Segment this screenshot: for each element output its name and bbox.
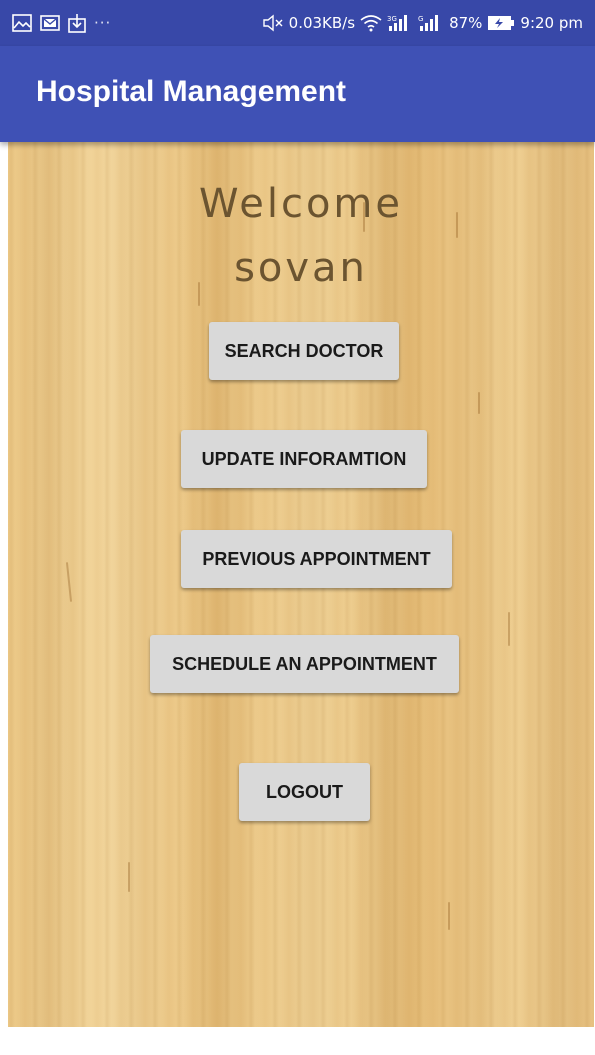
network-speed: 0.03KB/s [288,14,356,32]
status-right-icons: 0.03KB/s 3G G 87% 9:20 pm [262,14,583,32]
welcome-label: Welcome [199,181,403,227]
wood-grain-mark [478,392,480,414]
wifi-icon [360,14,382,32]
status-left-icons: ··· [12,13,111,33]
app-screen: ··· 0.03KB/s 3G G 87% 9:20 pm Hospital M… [0,0,595,1055]
email-icon [40,14,60,32]
wood-grain-mark [128,862,130,892]
logout-button[interactable]: LOGOUT [239,763,370,821]
signal-3g-icon: 3G [387,14,413,32]
previous-appointment-button[interactable]: PREVIOUS APPOINTMENT [181,530,452,588]
svg-text:G: G [418,15,423,23]
bottom-strip [0,1027,595,1055]
search-doctor-button[interactable]: SEARCH DOCTOR [209,322,399,380]
wood-background: Welcome sovan SEARCH DOCTOR UPDATE INFOR… [8,142,594,1027]
wood-grain-mark [65,562,73,602]
download-icon [68,13,86,33]
wood-grain-mark [508,612,510,646]
status-bar: ··· 0.03KB/s 3G G 87% 9:20 pm [0,0,595,46]
update-information-button[interactable]: UPDATE INFORAMTION [181,430,427,488]
svg-text:3G: 3G [387,15,397,23]
mute-icon [262,14,284,32]
overflow-notifications-indicator: ··· [94,14,112,32]
image-icon [12,14,32,32]
battery-percent: 87% [449,14,483,32]
status-time: 9:20 pm [520,14,583,32]
wood-grain-mark [448,902,450,930]
schedule-appointment-button[interactable]: SCHEDULE AN APPOINTMENT [150,635,459,693]
app-bar: Hospital Management [0,46,595,142]
welcome-username: sovan [234,245,368,291]
signal-sim2-icon: G [418,14,444,32]
welcome-message: Welcome sovan [8,172,594,300]
app-title: Hospital Management [36,75,347,108]
battery-charging-icon [487,15,515,31]
